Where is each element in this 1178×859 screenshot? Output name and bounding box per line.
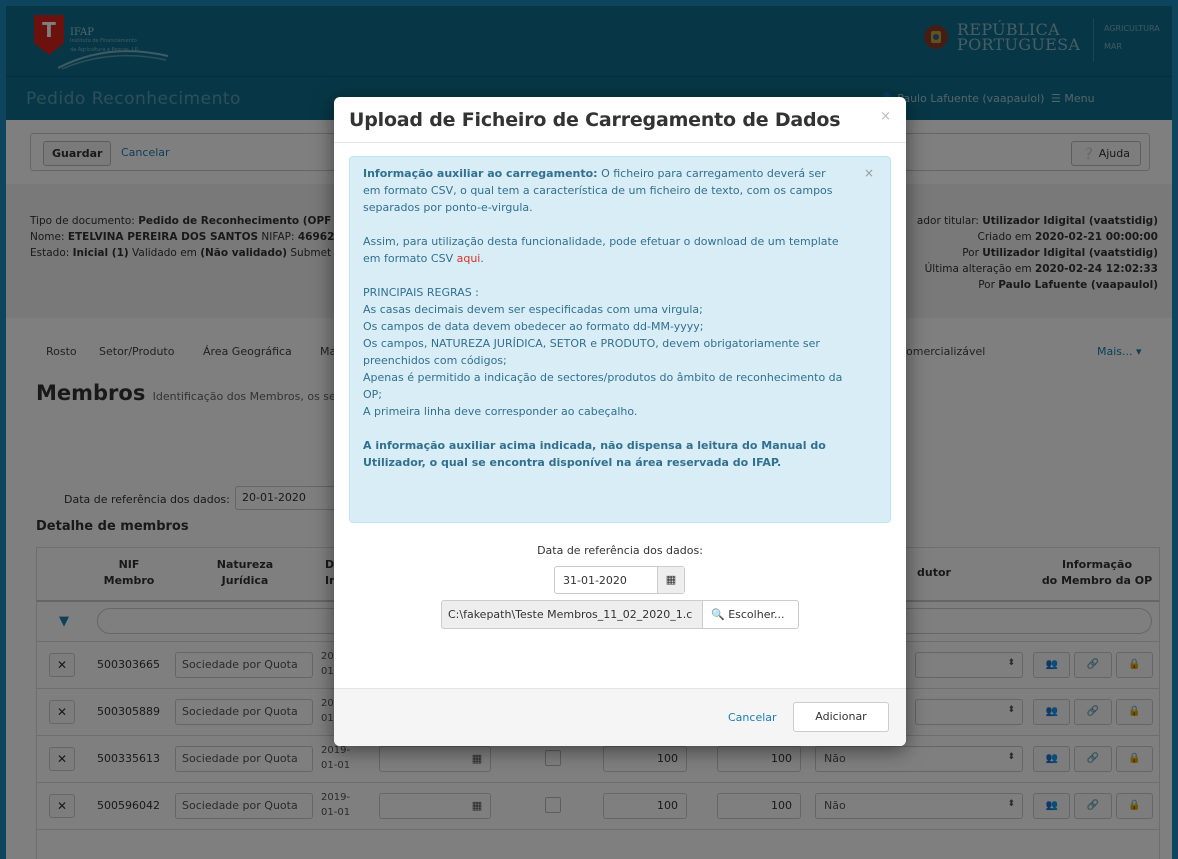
add-button[interactable]: Adicionar (793, 702, 889, 732)
modal-reference-date-value: 31-01-2020 (563, 574, 627, 587)
alert-template: Assim, para utilização desta funcionalid… (363, 233, 846, 267)
cancel-button[interactable]: Cancelar (728, 711, 777, 724)
calendar-icon[interactable]: ▦ (657, 567, 684, 593)
modal-reference-date-input[interactable]: 31-01-2020 ▦ (554, 566, 685, 594)
alert-lead: Informação auxiliar ao carregamento: O f… (363, 165, 846, 216)
modal-footer: Cancelar Adicionar (334, 688, 906, 746)
modal-reference-date-label: Data de referência dos dados: (537, 544, 703, 557)
alert-template-end: . (480, 252, 484, 265)
alert-template-text: Assim, para utilização desta funcionalid… (363, 235, 839, 265)
rule-item: As casas decimais devem ser especificada… (363, 303, 703, 316)
modal-close-button[interactable]: × (880, 109, 891, 124)
rule-item: Apenas é permitido a indicação de sector… (363, 371, 843, 401)
search-icon: 🔍 (711, 608, 729, 621)
template-download-link[interactable]: aqui (457, 252, 481, 265)
alert-footer-bold: A informação auxiliar acima indicada, nã… (363, 439, 826, 469)
rule-item: Os campos, NATUREZA JURÍDICA, SETOR e PR… (363, 337, 820, 367)
upload-modal: Upload de Ficheiro de Carregamento de Da… (334, 97, 906, 746)
rule-item: Os campos de data devem obedecer ao form… (363, 320, 704, 333)
alert-lead-bold: Informação auxiliar ao carregamento: (363, 167, 598, 180)
info-alert: × Informação auxiliar ao carregamento: O… (349, 156, 891, 523)
file-path-input[interactable]: C:\fakepath\Teste Membros_11_02_2020_1.c (441, 600, 703, 629)
choose-file-label: Escolher... (728, 608, 785, 621)
alert-footer: A informação auxiliar acima indicada, nã… (363, 437, 846, 471)
rule-item: A primeira linha deve corresponder ao ca… (363, 405, 638, 418)
rules-title: PRINCIPAIS REGRAS : (363, 286, 479, 299)
modal-title: Upload de Ficheiro de Carregamento de Da… (349, 109, 841, 131)
alert-close-button[interactable]: × (864, 165, 874, 182)
choose-file-button[interactable]: 🔍 Escolher... (703, 600, 799, 629)
modal-header: Upload de Ficheiro de Carregamento de Da… (334, 97, 906, 143)
